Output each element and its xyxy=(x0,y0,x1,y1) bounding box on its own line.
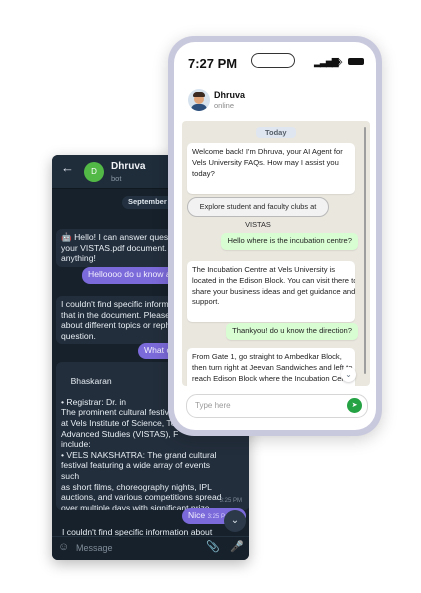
avatar-shirt xyxy=(191,104,207,111)
contact-status: online xyxy=(214,101,235,110)
phone-screen: 7:27 PM ▂▃▅▇ ◈ Dhruva online Today Welco… xyxy=(174,42,376,430)
smiley-icon[interactable]: ☺ xyxy=(58,542,69,553)
contact-name[interactable]: Dhruva xyxy=(214,90,245,100)
message-composer: ☺ Message 📎 🎤 xyxy=(52,536,249,560)
scrollbar[interactable] xyxy=(364,127,366,374)
arrow-left-icon[interactable]: ← xyxy=(61,161,74,174)
wifi-icon: ◈ xyxy=(334,56,343,68)
status-bar-time: 7:27 PM xyxy=(188,56,238,71)
message-input[interactable] xyxy=(195,398,335,412)
suggestion-chip[interactable]: Explore student and faculty clubs at VIS… xyxy=(187,197,329,229)
battery-icon xyxy=(348,58,364,65)
chevron-down-icon[interactable]: ⌄ xyxy=(341,367,356,382)
dynamic-island xyxy=(251,53,295,68)
paperclip-icon[interactable]: 📎 xyxy=(206,542,220,553)
user-message: Thankyou! do u know the direction? xyxy=(226,323,358,340)
date-separator: Today xyxy=(256,127,296,138)
message-timestamp: 3:25 PM xyxy=(219,498,242,505)
message-composer: ➤ xyxy=(186,394,368,418)
chat-area: Today Welcome back! I'm Dhruva, your AI … xyxy=(182,121,370,386)
user-message-text: Nice xyxy=(188,510,206,520)
phone-frame: 7:27 PM ▂▃▅▇ ◈ Dhruva online Today Welco… xyxy=(168,36,382,436)
bot-message: The Incubation Centre at Vels University… xyxy=(187,261,355,322)
message-input[interactable]: Message xyxy=(76,543,113,554)
avatar-hair xyxy=(193,92,205,97)
user-message: Hello where is the incubation centre? xyxy=(221,233,358,250)
chat-title: Dhruva xyxy=(111,161,146,172)
bot-message: From Gate 1, go straight to Ambedkar Blo… xyxy=(187,348,355,386)
avatar[interactable]: D xyxy=(84,162,104,182)
bot-message: Welcome back! I'm Dhruva, your AI Agent … xyxy=(187,143,355,194)
message-timestamp: 3:25 P xyxy=(207,514,225,520)
chevron-down-icon[interactable]: ⌄ xyxy=(224,510,246,532)
send-icon[interactable]: ➤ xyxy=(347,398,362,413)
chat-status: bot xyxy=(111,174,122,183)
microphone-icon[interactable]: 🎤 xyxy=(230,542,244,553)
avatar[interactable] xyxy=(188,89,210,111)
